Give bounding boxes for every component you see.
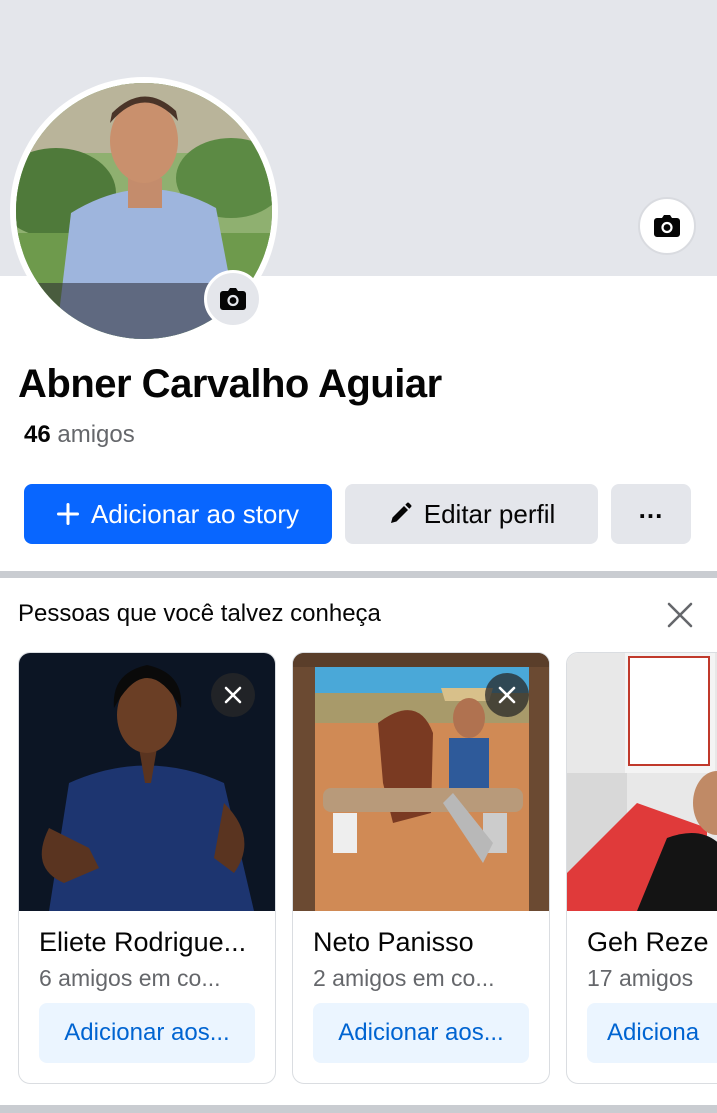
pymk-close-button[interactable] [664,599,696,631]
pymk-card-mutual: 17 amigos [587,965,694,991]
pymk-card-mutual: 2 amigos em co... [313,965,495,991]
add-friend-button[interactable]: Adicionar aos... [39,1003,255,1063]
pymk-card-photo[interactable] [293,653,549,911]
cover-camera-button[interactable] [638,197,696,255]
add-friend-button[interactable]: Adicionar aos... [313,1003,529,1063]
more-options-button[interactable]: ... [611,484,691,544]
pymk-card-name[interactable]: Eliete Rodrigue... [39,927,246,958]
add-to-story-button[interactable]: Adicionar ao story [24,484,332,544]
pymk-card[interactable]: Neto Panisso 2 amigos em co... Adicionar… [292,652,550,1084]
camera-icon [220,288,246,310]
more-options-label: ... [638,493,664,524]
pymk-card[interactable]: Eliete Rodrigue... 6 amigos em co... Adi… [18,652,276,1084]
pymk-card-photo[interactable] [567,653,717,911]
pymk-card-mutual: 6 amigos em co... [39,965,221,991]
pymk-card-photo[interactable] [19,653,275,911]
close-icon [224,686,242,704]
pymk-carousel[interactable]: Eliete Rodrigue... 6 amigos em co... Adi… [0,640,717,1100]
pymk-card-name[interactable]: Geh Reze [587,927,709,958]
dismiss-suggestion-button[interactable] [211,673,255,717]
friends-count[interactable]: 46 amigos [24,421,135,449]
pymk-card-name[interactable]: Neto Panisso [313,927,474,958]
section-divider [0,1105,717,1113]
edit-profile-label: Editar perfil [423,498,556,529]
add-friend-button[interactable]: Adiciona [587,1003,717,1063]
pymk-title: Pessoas que você talvez conheça [18,600,381,627]
avatar-camera-button[interactable] [204,270,262,328]
close-icon [498,686,516,704]
add-to-story-label: Adicionar ao story [90,498,300,529]
dismiss-suggestion-button[interactable] [485,673,529,717]
profile-name: Abner Carvalho Aguiar [18,362,442,406]
close-icon [667,602,693,628]
camera-icon [654,215,680,237]
pencil-icon [388,502,412,526]
edit-profile-button[interactable]: Editar perfil [345,484,598,544]
friends-count-label: amigos [57,421,135,448]
friends-count-number: 46 [24,421,51,448]
section-divider [0,571,717,578]
person-photo [567,653,717,911]
pymk-card[interactable]: Geh Reze 17 amigos Adiciona [566,652,717,1084]
plus-icon [56,503,79,525]
